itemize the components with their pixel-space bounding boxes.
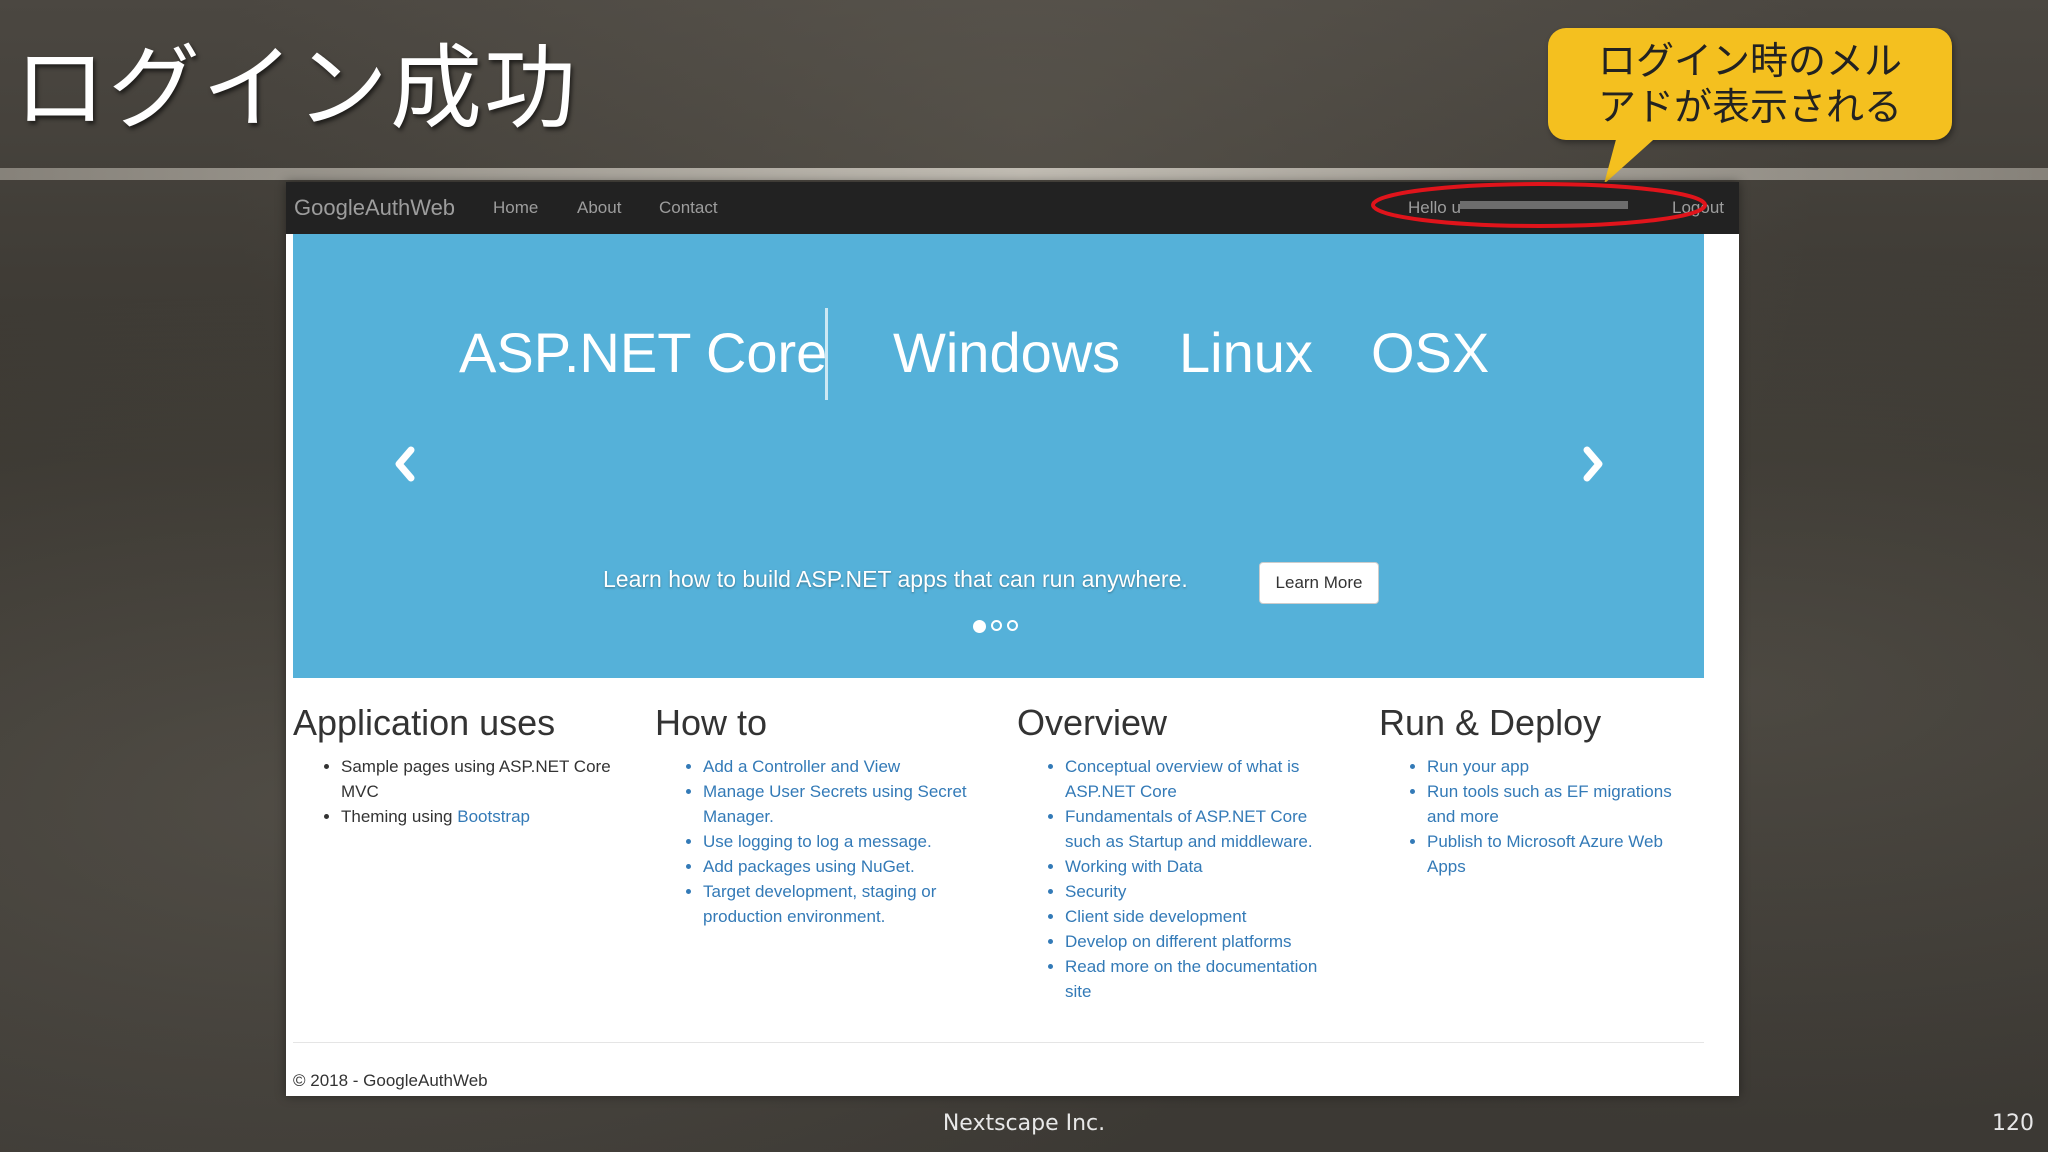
list-item: Client side development [1065,904,1337,929]
section-list: Add a Controller and View Manage User Se… [655,754,975,929]
list-item: Publish to Microsoft Azure Web Apps [1427,829,1699,879]
navbar: GoogleAuthWeb Home About Contact Hello u… [286,182,1739,234]
nav-home[interactable]: Home [493,198,538,218]
doc-link[interactable]: Fundamentals of ASP.NET Core such as Sta… [1065,807,1313,851]
section-overview: Overview Conceptual overview of what is … [1017,702,1337,1004]
user-greeting[interactable]: Hello u [1408,198,1461,218]
section-heading: Run & Deploy [1379,702,1602,743]
banner-windows: Windows [893,321,1121,384]
section-application-uses: Application uses Sample pages using ASP.… [293,702,613,829]
list-item: Develop on different platforms [1065,929,1337,954]
section-heading: Application uses [293,702,556,743]
nav-about[interactable]: About [577,198,621,218]
footer-divider [293,1042,1704,1043]
list-item-text: Sample pages using ASP.NET Core MVC [341,757,611,801]
slide-title: ログイン成功 [14,35,579,142]
doc-link[interactable]: Add a Controller and View [703,757,900,776]
list-item: Use logging to log a message. [703,829,975,854]
list-item: Theming using Bootstrap [341,804,613,829]
carousel-caption: Learn how to build ASP.NET apps that can… [603,566,1188,592]
doc-link[interactable]: Run tools such as EF migrations and more [1427,782,1672,826]
doc-link[interactable]: Manage User Secrets using Secret Manager… [703,782,967,826]
doc-link[interactable]: Read more on the documentation site [1065,957,1317,1001]
banner-linux: Linux [1179,321,1313,384]
logout-link[interactable]: Logout [1672,198,1724,218]
doc-link[interactable]: Run your app [1427,757,1529,776]
section-how-to: How to Add a Controller and View Manage … [655,702,975,929]
doc-link[interactable]: Publish to Microsoft Azure Web Apps [1427,832,1663,876]
page-footer: © 2018 - GoogleAuthWeb [293,1071,488,1090]
list-item: Run tools such as EF migrations and more [1427,779,1699,829]
doc-link[interactable]: Client side development [1065,907,1246,926]
list-item: Add packages using NuGet. [703,854,975,879]
carousel-indicator-1[interactable] [973,620,986,633]
carousel-indicator-2[interactable] [991,620,1002,631]
navbar-brand[interactable]: GoogleAuthWeb [294,195,455,221]
banner-aspnetcore: ASP.NET Core [459,321,828,384]
section-heading: Overview [1017,702,1168,743]
callout-bubble: ログイン時のメルアドが表示される [1548,28,1952,140]
list-item: Conceptual overview of what is ASP.NET C… [1065,754,1337,804]
doc-link[interactable]: Target development, staging or productio… [703,882,936,926]
banner-divider [825,308,828,400]
slide-page-number: 120 [1992,1111,2034,1136]
learn-more-button[interactable]: Learn More [1259,562,1379,604]
section-list: Run your app Run tools such as EF migrat… [1379,754,1699,879]
banner-osx: OSX [1371,321,1490,384]
doc-link[interactable]: Use logging to log a message. [703,832,932,851]
callout-text: ログイン時のメルアドが表示される [1597,39,1902,129]
chevron-right-icon[interactable] [1575,438,1611,490]
slide-divider-band [0,168,2048,180]
redacted-email [1460,201,1628,209]
list-item-text: Theming using [341,807,458,826]
list-item: Add a Controller and View [703,754,975,779]
carousel-indicators [973,620,1018,633]
list-item: Fundamentals of ASP.NET Core such as Sta… [1065,804,1337,854]
slide-footer-company: Nextscape Inc. [942,1111,1106,1136]
list-item: Working with Data [1065,854,1337,879]
section-run-deploy: Run & Deploy Run your app Run tools such… [1379,702,1699,879]
doc-link[interactable]: Working with Data [1065,857,1203,876]
list-item: Manage User Secrets using Secret Manager… [703,779,975,829]
list-item: Sample pages using ASP.NET Core MVC [341,754,613,804]
doc-link[interactable]: Develop on different platforms [1065,932,1291,951]
list-item: Security [1065,879,1337,904]
list-item: Read more on the documentation site [1065,954,1337,1004]
section-list: Sample pages using ASP.NET Core MVC Them… [293,754,613,829]
section-heading: How to [655,702,768,743]
doc-link[interactable]: Add packages using NuGet. [703,857,915,876]
browser-window: GoogleAuthWeb Home About Contact Hello u… [286,182,1739,1096]
callout-tail [1604,132,1662,184]
list-item: Run your app [1427,754,1699,779]
bootstrap-link[interactable]: Bootstrap [457,807,530,826]
carousel: ASP.NET Core Windows Linux OSX Learn how… [293,234,1704,678]
list-item: Target development, staging or productio… [703,879,975,929]
nav-contact[interactable]: Contact [659,198,718,218]
chevron-left-icon[interactable] [387,438,423,490]
carousel-indicator-3[interactable] [1007,620,1018,631]
section-list: Conceptual overview of what is ASP.NET C… [1017,754,1337,1004]
doc-link[interactable]: Security [1065,882,1126,901]
doc-link[interactable]: Conceptual overview of what is ASP.NET C… [1065,757,1299,801]
